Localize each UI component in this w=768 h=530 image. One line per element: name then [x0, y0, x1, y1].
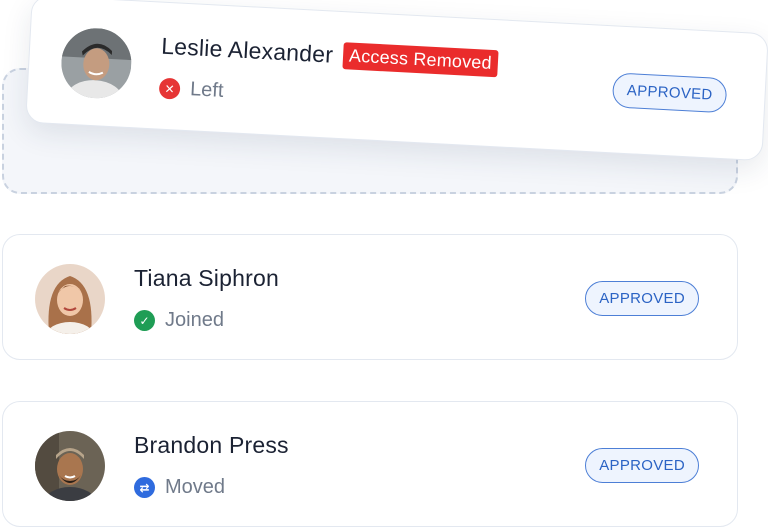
avatar [35, 431, 105, 501]
member-status: ✕ Left [158, 77, 225, 103]
check-icon: ✓ [134, 310, 155, 331]
member-name: Tiana Siphron [134, 265, 279, 291]
member-name: Leslie Alexander Access Removed [161, 33, 499, 78]
member-card-tiana[interactable]: Tiana Siphron ✓ Joined APPROVED [2, 234, 738, 360]
approved-badge: APPROVED [585, 281, 699, 316]
status-label: Joined [165, 309, 224, 331]
status-label: Moved [165, 476, 226, 498]
approved-badge: APPROVED [585, 448, 699, 483]
avatar [59, 26, 134, 101]
member-name: Brandon Press [134, 432, 289, 458]
member-status: ✓ Joined [134, 309, 224, 332]
member-status: ⇄ Moved [134, 476, 225, 499]
x-icon: ✕ [158, 77, 181, 100]
swap-icon: ⇄ [134, 477, 155, 498]
approved-badge: APPROVED [611, 72, 728, 114]
member-card-brandon[interactable]: Brandon Press ⇄ Moved APPROVED [2, 401, 738, 527]
status-label: Left [189, 78, 225, 102]
avatar [35, 264, 105, 334]
access-removed-tag: Access Removed [342, 42, 499, 78]
